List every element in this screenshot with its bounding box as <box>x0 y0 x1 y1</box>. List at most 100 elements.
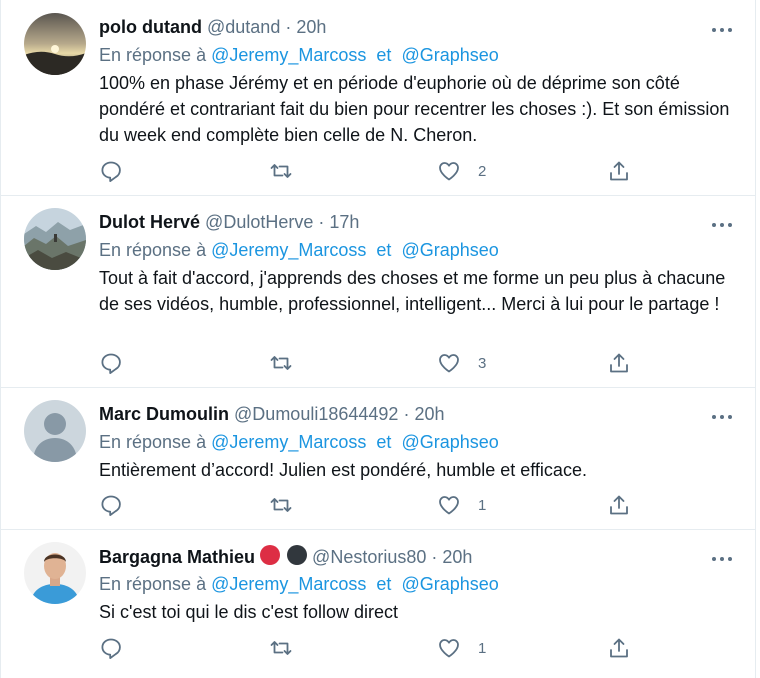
tweet-actions: 3 <box>99 351 639 375</box>
reply-button[interactable] <box>99 351 123 375</box>
heart-icon <box>439 354 459 373</box>
mention-link[interactable]: @Jeremy_Marcoss <box>211 432 366 452</box>
reply-icon <box>101 353 121 374</box>
separator-dot: · <box>403 404 410 424</box>
mention-link[interactable]: @Graphseo <box>401 45 498 65</box>
like-count: 1 <box>478 496 487 514</box>
avatar[interactable] <box>24 13 86 75</box>
reply-context: En réponse à @Jeremy_Marcoss et @Graphse… <box>99 43 499 67</box>
tweet-header: polo dutand @dutand · 20h <box>99 15 326 39</box>
retweet-icon <box>270 164 292 178</box>
share-button[interactable] <box>607 351 631 375</box>
author-handle[interactable]: @dutand <box>207 17 280 37</box>
author-name[interactable]: Bargagna Mathieu <box>99 547 255 567</box>
like-button[interactable]: 2 <box>437 159 486 183</box>
share-icon <box>610 495 628 515</box>
separator-dot: · <box>431 547 438 567</box>
tweet[interactable]: Bargagna Mathieu @Nestorius80 · 20h En r… <box>1 529 755 678</box>
share-icon <box>610 161 628 181</box>
tweet-actions: 2 <box>99 159 639 183</box>
reply-prefix: En réponse à <box>99 45 207 65</box>
tweet[interactable]: polo dutand @dutand · 20h En réponse à @… <box>1 0 755 196</box>
reply-context: En réponse à @Jeremy_Marcoss et @Graphse… <box>99 238 499 262</box>
reply-button[interactable] <box>99 636 123 660</box>
retweet-icon <box>270 641 292 655</box>
author-name[interactable]: Marc Dumoulin <box>99 404 229 424</box>
author-handle[interactable]: @DulotHerve <box>205 212 313 232</box>
tweet[interactable]: Marc Dumoulin @Dumouli18644492 · 20h En … <box>1 387 755 530</box>
retweet-button[interactable] <box>269 159 293 183</box>
reply-context: En réponse à @Jeremy_Marcoss et @Graphse… <box>99 572 499 596</box>
avatar[interactable] <box>24 542 86 604</box>
replies-timeline: polo dutand @dutand · 20h En réponse à @… <box>0 0 756 678</box>
retweet-button[interactable] <box>269 636 293 660</box>
tweet-actions: 1 <box>99 636 639 660</box>
retweet-icon <box>270 356 292 370</box>
author-name[interactable]: Dulot Hervé <box>99 212 200 232</box>
timestamp[interactable]: 20h <box>414 404 444 424</box>
tweet[interactable]: Dulot Hervé @DulotHerve · 17h En réponse… <box>1 195 755 388</box>
tweet-text: Entièrement d’accord! Julien est pondéré… <box>99 460 587 480</box>
share-icon <box>610 638 628 658</box>
separator-dot: · <box>285 17 292 37</box>
reply-icon <box>101 638 121 659</box>
reply-context: En réponse à @Jeremy_Marcoss et @Graphse… <box>99 430 499 454</box>
black-circle-icon <box>287 545 308 565</box>
mention-separator: et <box>376 240 392 260</box>
tweet-header: Marc Dumoulin @Dumouli18644492 · 20h <box>99 402 445 426</box>
more-options-icon[interactable] <box>711 551 733 561</box>
reply-icon <box>101 161 121 182</box>
timestamp[interactable]: 20h <box>442 547 472 567</box>
mention-link[interactable]: @Jeremy_Marcoss <box>211 574 366 594</box>
share-button[interactable] <box>607 159 631 183</box>
heart-icon <box>439 162 459 181</box>
name-badges <box>259 544 308 572</box>
more-options-icon[interactable] <box>711 409 733 419</box>
like-button[interactable]: 1 <box>437 636 486 660</box>
share-button[interactable] <box>607 636 631 660</box>
tweet-header: Dulot Hervé @DulotHerve · 17h <box>99 210 359 234</box>
author-handle[interactable]: @Nestorius80 <box>312 547 426 567</box>
like-button[interactable]: 3 <box>437 351 486 375</box>
mention-link[interactable]: @Graphseo <box>401 432 498 452</box>
author-handle[interactable]: @Dumouli18644492 <box>234 404 398 424</box>
reply-prefix: En réponse à <box>99 240 207 260</box>
tweet-actions: 1 <box>99 493 639 517</box>
reply-icon <box>101 495 121 516</box>
tweet-header: Bargagna Mathieu @Nestorius80 · 20h <box>99 544 472 572</box>
avatar[interactable] <box>24 400 86 462</box>
like-count: 3 <box>478 354 487 372</box>
reply-prefix: En réponse à <box>99 574 207 594</box>
separator-dot: · <box>318 212 325 232</box>
share-icon <box>610 353 628 373</box>
mention-separator: et <box>376 45 392 65</box>
mention-separator: et <box>376 432 392 452</box>
mention-link[interactable]: @Jeremy_Marcoss <box>211 240 366 260</box>
reply-button[interactable] <box>99 159 123 183</box>
like-count: 1 <box>478 639 487 657</box>
tweet-text: 100% en phase Jérémy et en période d'eup… <box>99 73 730 145</box>
avatar[interactable] <box>24 208 86 270</box>
red-circle-icon <box>260 545 281 565</box>
timestamp[interactable]: 20h <box>296 17 326 37</box>
mention-link[interactable]: @Graphseo <box>401 574 498 594</box>
more-options-icon[interactable] <box>711 22 733 32</box>
more-options-icon[interactable] <box>711 217 733 227</box>
author-name[interactable]: polo dutand <box>99 17 202 37</box>
tweet-text: Tout à fait d'accord, j'apprends des cho… <box>99 268 726 314</box>
mention-separator: et <box>376 574 392 594</box>
reply-prefix: En réponse à <box>99 432 207 452</box>
like-count: 2 <box>478 162 487 180</box>
retweet-button[interactable] <box>269 351 293 375</box>
heart-icon <box>439 639 459 658</box>
tweet-text: Si c'est toi qui le dis c'est follow dir… <box>99 602 398 622</box>
like-button[interactable]: 1 <box>437 493 486 517</box>
reply-button[interactable] <box>99 493 123 517</box>
mention-link[interactable]: @Graphseo <box>401 240 498 260</box>
retweet-icon <box>270 498 292 512</box>
timestamp[interactable]: 17h <box>329 212 359 232</box>
mention-link[interactable]: @Jeremy_Marcoss <box>211 45 366 65</box>
retweet-button[interactable] <box>269 493 293 517</box>
heart-icon <box>439 496 459 515</box>
share-button[interactable] <box>607 493 631 517</box>
